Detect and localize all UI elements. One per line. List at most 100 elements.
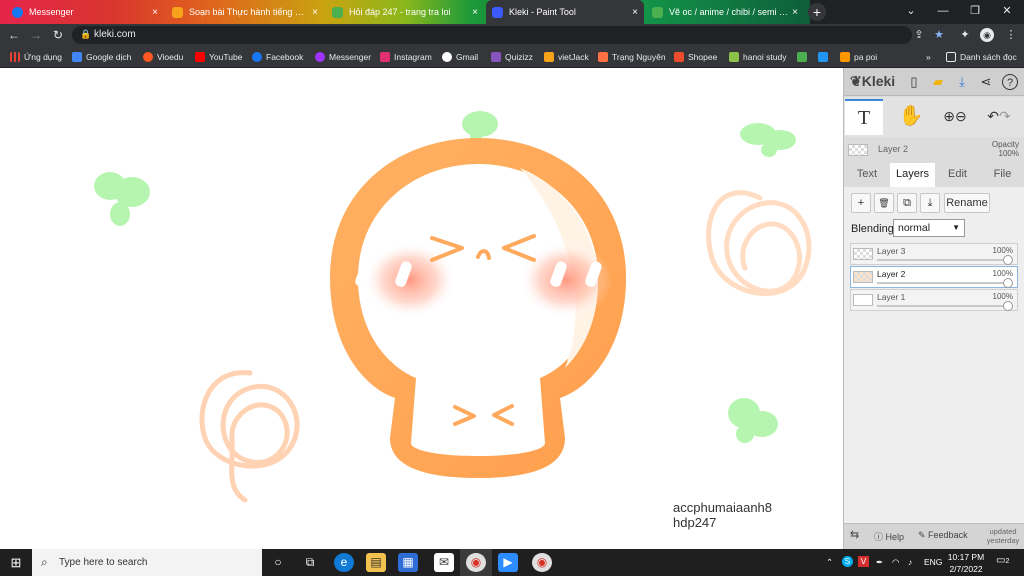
profile-avatar-icon[interactable]: ◉ — [980, 28, 994, 42]
bookmark-shopee[interactable]: Shopee — [674, 50, 717, 64]
bookmark-gmail[interactable]: Gmail — [442, 50, 478, 64]
opacity-slider-knob[interactable] — [1003, 255, 1013, 265]
wifi-icon[interactable]: ◠ — [892, 557, 899, 568]
opacity-slider-track[interactable] — [877, 282, 1012, 284]
help-icon[interactable]: ? — [1002, 74, 1018, 90]
swap-panel-icon[interactable]: ⇆ — [850, 528, 859, 541]
bookmark-quizizz[interactable]: Quizizz — [491, 50, 533, 64]
bookmark-google-dich[interactable]: Google dịch — [72, 50, 131, 64]
tab-layers[interactable]: Layers — [890, 163, 935, 187]
add-layer-button[interactable]: + — [851, 193, 871, 213]
bookmark-facebook[interactable]: Facebook — [252, 50, 303, 64]
close-icon[interactable]: × — [152, 7, 158, 18]
opacity-slider-track[interactable] — [877, 305, 1012, 307]
close-window-button[interactable]: ✕ — [991, 0, 1023, 24]
hand-tool-button[interactable]: ✋ — [892, 99, 930, 135]
share-icon[interactable]: ⋖ — [978, 74, 994, 90]
tab-hoi-dap[interactable]: Hỏi đáp 247 - trang tra loi × — [326, 2, 484, 22]
opacity-slider-track[interactable] — [877, 259, 1012, 261]
opacity-slider-knob[interactable] — [1003, 278, 1013, 288]
bookmark-youtube[interactable]: YouTube — [195, 50, 242, 64]
delete-layer-button[interactable]: 🗑 — [874, 193, 894, 213]
layer-row[interactable]: Layer 3 100% — [850, 243, 1018, 265]
opacity-slider-knob[interactable] — [1003, 301, 1013, 311]
tab-search-button[interactable]: ⌄ — [895, 0, 927, 24]
bookmark-apps[interactable]: Ứng dụng — [10, 50, 62, 64]
system-clock[interactable]: 10:17 PM 2/7/2022 — [941, 551, 991, 575]
back-icon[interactable]: ← — [6, 27, 22, 43]
bookmarks-more-button[interactable]: » — [926, 50, 931, 64]
chrome-icon[interactable]: ◉ — [532, 553, 552, 572]
minimize-button[interactable]: — — [927, 0, 959, 24]
hoidap-icon — [652, 6, 663, 18]
reading-list-button[interactable]: Danh sách đọc — [946, 50, 1017, 64]
menu-dots-icon[interactable]: ⋮ — [1004, 28, 1018, 42]
zoom-out-icon[interactable]: ⊖ — [955, 108, 967, 124]
reload-icon[interactable]: ↻ — [50, 27, 66, 43]
merge-layer-button[interactable]: ⤓ — [920, 193, 940, 213]
layer-row[interactable]: Layer 1 100% — [850, 289, 1018, 311]
edge-icon[interactable]: e — [334, 553, 354, 572]
zoom-in-icon[interactable]: ⊕ — [943, 108, 955, 124]
windows-start-icon[interactable]: ⊞ — [0, 549, 32, 576]
messenger-app-icon[interactable]: ✉ — [434, 553, 454, 572]
taskbar-search-input[interactable]: ⌕ Type here to search — [32, 549, 262, 576]
zoom-buttons[interactable]: ⊕⊖ — [936, 99, 974, 135]
new-tab-button[interactable]: + — [808, 3, 826, 21]
bookmark-hanoi-study[interactable]: hanoi study — [729, 50, 786, 64]
url-input[interactable]: 🔒 kleki.com — [72, 26, 912, 44]
bookmark-messenger[interactable]: Messenger — [315, 50, 371, 64]
bookmark-olm[interactable] — [797, 50, 811, 64]
forward-icon[interactable]: → — [28, 27, 44, 43]
new-image-icon[interactable]: ▯ — [906, 74, 922, 90]
language-indicator[interactable]: ENG — [924, 557, 942, 567]
task-view-icon[interactable]: ⧉ — [300, 553, 320, 572]
bookmark-vietjack[interactable]: vietJack — [544, 50, 589, 64]
close-icon[interactable]: × — [312, 7, 318, 18]
duplicate-layer-button[interactable]: ⧉ — [897, 193, 917, 213]
close-icon[interactable]: × — [792, 7, 798, 18]
bookmark-trang-nguyen[interactable]: Trạng Nguyên — [598, 50, 666, 64]
undo-redo-buttons[interactable]: ↶↷ — [980, 99, 1018, 135]
star-icon[interactable]: ★ — [932, 28, 946, 42]
cortana-icon[interactable]: ○ — [268, 553, 288, 572]
close-icon[interactable]: × — [632, 7, 638, 18]
restore-button[interactable]: ❐ — [959, 0, 991, 24]
tab-ve-oc[interactable]: Vẽ oc / anime / chibi / semi Y/C × — [646, 2, 804, 22]
open-folder-icon[interactable]: ▰ — [930, 74, 946, 90]
bookmark-pa-poi[interactable]: pa poi — [840, 50, 877, 64]
address-bar: ← → ↻ 🔒 kleki.com ⇪ ★ ✦ ◉ ⋮ — [0, 24, 1024, 46]
text-tool-button[interactable]: T — [845, 99, 883, 135]
layer-row-selected[interactable]: Layer 2 100% — [850, 266, 1018, 288]
bookmark-l[interactable] — [818, 50, 832, 64]
tab-edit[interactable]: Edit — [935, 163, 980, 187]
rename-layer-button[interactable]: Rename — [944, 193, 990, 213]
antivirus-icon[interactable]: V — [858, 556, 869, 567]
pen-icon[interactable]: ✒ — [876, 557, 883, 568]
download-icon[interactable]: ⤓ — [954, 74, 970, 90]
share-icon[interactable]: ⇪ — [912, 28, 926, 42]
blending-select[interactable]: normal ▼ — [893, 219, 965, 237]
file-explorer-icon[interactable]: ▤ — [366, 553, 386, 572]
skype-icon[interactable]: S — [842, 556, 853, 567]
store-icon[interactable]: ▦ — [398, 553, 418, 572]
volume-icon[interactable]: ♪ — [908, 557, 912, 567]
extensions-icon[interactable]: ✦ — [958, 28, 972, 42]
close-icon[interactable]: × — [472, 7, 478, 18]
tab-messenger[interactable]: Messenger × — [6, 2, 164, 22]
tab-text[interactable]: Text — [844, 163, 890, 187]
undo-icon[interactable]: ↶ — [987, 108, 999, 124]
notifications-button[interactable]: ▭2 — [996, 555, 1009, 566]
drawing-canvas[interactable]: accphumaiaanh8 hdp247 — [0, 68, 843, 549]
zoom-app-icon[interactable]: ▶ — [498, 553, 518, 572]
tab-file[interactable]: File — [980, 163, 1024, 187]
chrome-icon[interactable]: ◉ — [466, 553, 486, 572]
redo-icon[interactable]: ↷ — [999, 108, 1011, 124]
tab-soan-bai[interactable]: Soạn bài Thực hành tiếng việt trang × — [166, 2, 324, 22]
tab-kleki[interactable]: Kleki - Paint Tool × — [486, 0, 644, 24]
show-hidden-icons[interactable]: ⌃ — [826, 557, 833, 568]
bookmark-vioedu[interactable]: Vioedu — [143, 50, 183, 64]
help-link[interactable]: ⓘ Help — [874, 530, 904, 543]
bookmark-instagram[interactable]: Instagram — [380, 50, 432, 64]
feedback-link[interactable]: ✎ Feedback — [918, 530, 968, 541]
